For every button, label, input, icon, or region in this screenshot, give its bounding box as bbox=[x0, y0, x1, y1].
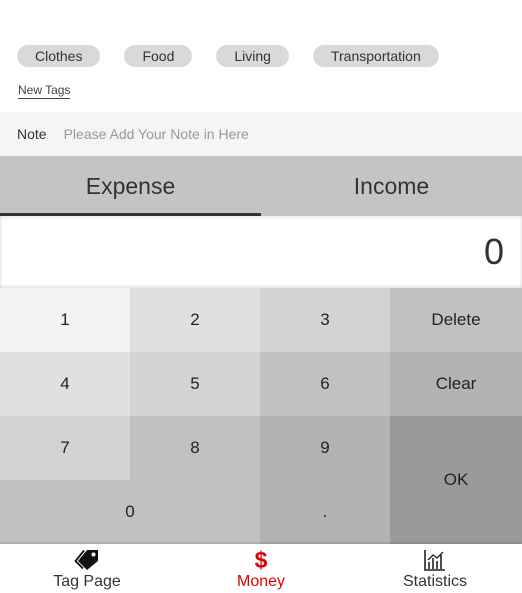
nav-statistics[interactable]: Statistics bbox=[348, 544, 522, 593]
tag-transportation[interactable]: Transportation bbox=[312, 45, 439, 67]
key-8[interactable]: 8 bbox=[130, 416, 260, 480]
nav-money[interactable]: $ Money bbox=[174, 544, 348, 593]
tab-expense[interactable]: Expense bbox=[0, 156, 261, 216]
chart-icon bbox=[424, 548, 446, 572]
nav-tag-page-label: Tag Page bbox=[53, 573, 121, 590]
nav-tag-page[interactable]: Tag Page bbox=[0, 544, 174, 593]
note-input[interactable] bbox=[63, 126, 484, 142]
key-decimal[interactable]: . bbox=[260, 480, 390, 544]
tags-section: Clothes Food Living Transportation New T… bbox=[0, 0, 522, 112]
dollar-icon: $ bbox=[254, 547, 268, 573]
tab-income[interactable]: Income bbox=[261, 156, 522, 216]
key-4[interactable]: 4 bbox=[0, 352, 130, 416]
key-5[interactable]: 5 bbox=[130, 352, 260, 416]
clear-button[interactable]: Clear bbox=[390, 352, 522, 416]
tag-clothes[interactable]: Clothes bbox=[17, 45, 101, 67]
tag-list: Clothes Food Living Transportation bbox=[17, 45, 439, 67]
nav-statistics-label: Statistics bbox=[402, 573, 467, 590]
new-tags-button[interactable]: New Tags bbox=[18, 83, 71, 99]
tag-living[interactable]: Living bbox=[216, 45, 289, 67]
tag-food[interactable]: Food bbox=[124, 45, 193, 67]
key-1[interactable]: 1 bbox=[0, 288, 130, 352]
key-3[interactable]: 3 bbox=[260, 288, 390, 352]
key-6[interactable]: 6 bbox=[260, 352, 390, 416]
key-7[interactable]: 7 bbox=[0, 416, 130, 480]
type-tabs: Expense Income bbox=[0, 156, 522, 216]
key-0[interactable]: 0 bbox=[0, 480, 260, 544]
key-9[interactable]: 9 bbox=[260, 416, 390, 480]
number-pad: 1 2 3 Delete 4 5 6 Clear 7 8 9 OK 0 . bbox=[0, 288, 522, 544]
nav-money-label: Money bbox=[236, 573, 286, 590]
bottom-nav: Tag Page $ Money Statistics bbox=[0, 544, 522, 593]
key-2[interactable]: 2 bbox=[130, 288, 260, 352]
ok-button[interactable]: OK bbox=[390, 416, 522, 544]
note-row: Note bbox=[0, 112, 522, 156]
tag-icon bbox=[74, 548, 100, 572]
delete-button[interactable]: Delete bbox=[390, 288, 522, 352]
note-label: Note bbox=[17, 126, 47, 142]
amount-display: 0 bbox=[0, 216, 522, 288]
